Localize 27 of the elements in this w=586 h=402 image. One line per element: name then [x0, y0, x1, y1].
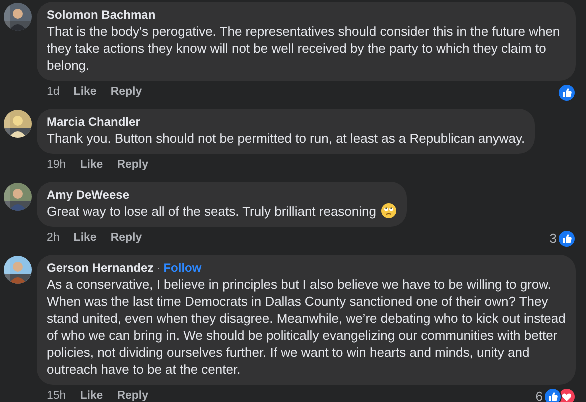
reaction-count[interactable]: 3 — [550, 229, 557, 249]
comment-time[interactable]: 1d — [47, 84, 60, 102]
comment-text: Great way to lose all of the seats. Truly brilliant reasoning — [47, 203, 396, 220]
comment-text: Thank you. Button should not be permitted to run, at least as a Republican anyway. — [47, 130, 526, 147]
author-name[interactable]: Gerson Hernandez — [47, 260, 154, 276]
eye-roll-emoji-icon — [380, 203, 396, 219]
comment-text: As a conservative, I believe in principles but I also believe we have to be willing to grow. When was the last time Democrats in Dallas County sanctioned one of their own? They stand united, even when they disagree. Meanwhile, we’re debating who to kick out instead of who we can bring in. We should be politically evangelizing our communities with better policies, not dividing ourselves further. If we want to win hearts and minds, unity and outreach have to be at the center. — [47, 276, 566, 378]
like-link[interactable]: Like — [74, 84, 97, 102]
like-link[interactable]: Like — [74, 230, 97, 248]
author-name[interactable]: Marcia Chandler — [47, 114, 140, 130]
like-link[interactable]: Like — [80, 388, 104, 402]
follow-link[interactable]: Follow — [164, 260, 202, 276]
comment-time[interactable]: 19h — [47, 157, 66, 175]
like-link[interactable]: Like — [80, 157, 104, 175]
comment-time[interactable]: 2h — [47, 230, 60, 248]
reply-link[interactable]: Reply — [110, 84, 142, 102]
separator-dot: · — [156, 260, 161, 276]
comment-text: That is the body's perogative. The representatives should consider this in the future when they take actions they know will not be well received by the party to which they claim to belong. — [47, 23, 562, 74]
author-name[interactable]: Solomon Bachman — [47, 7, 156, 23]
reply-link[interactable]: Reply — [117, 157, 149, 175]
reply-link[interactable]: Reply — [110, 230, 142, 248]
thumbs-up-icon — [558, 230, 576, 248]
thumbs-up-icon — [558, 84, 576, 102]
author-name[interactable]: Amy DeWeese — [47, 187, 130, 203]
reaction-count[interactable]: 6 — [536, 387, 543, 402]
comment-time[interactable]: 15h — [47, 388, 66, 402]
reply-link[interactable]: Reply — [117, 388, 149, 402]
